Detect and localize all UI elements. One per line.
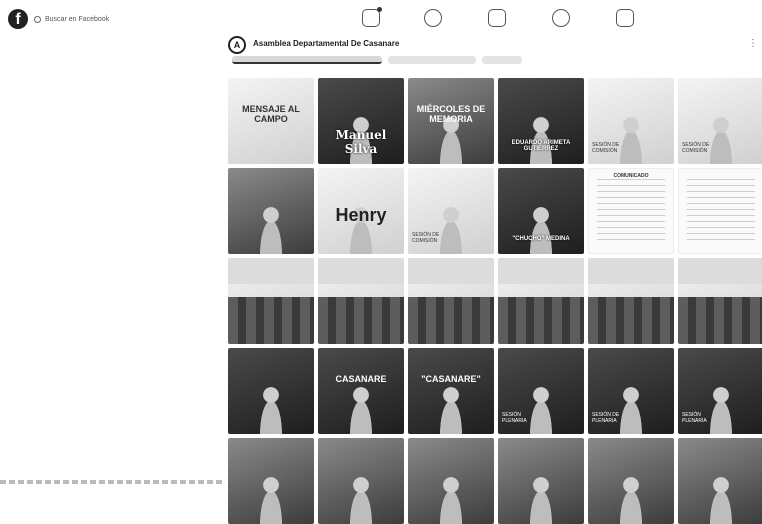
- person-photo: [613, 382, 649, 434]
- photo-tile[interactable]: MIÉRCOLES DE MEMORIA: [408, 78, 494, 164]
- tile-side-text: SESIÓN DE COMISIÓN: [592, 142, 620, 154]
- photo-tile[interactable]: [318, 258, 404, 344]
- tile-caption: "CHUCHO" MEDINA: [512, 236, 570, 242]
- photo-tile[interactable]: MENSAJE AL CAMPO: [228, 78, 314, 164]
- gaming-icon[interactable]: [616, 9, 634, 27]
- tile-caption: Manuel Silva: [335, 128, 387, 156]
- room-seats: [498, 296, 584, 344]
- photo-grid: MENSAJE AL CAMPO Manuel Silva MIÉRCOLES DE…: [228, 78, 762, 524]
- group-header: A Asamblea Departamental De Casanare ⋮: [228, 36, 762, 66]
- group-subtabs: [232, 56, 522, 66]
- person-photo: [703, 112, 739, 164]
- photo-tile[interactable]: SESIÓN PLENARIA: [678, 348, 762, 434]
- photo-tile[interactable]: Manuel Silva: [318, 78, 404, 164]
- marketplace-icon[interactable]: [488, 9, 506, 27]
- tile-side-text: SESIÓN DE PLENARIA: [592, 412, 620, 424]
- home-icon[interactable]: [362, 7, 382, 27]
- photo-tile[interactable]: [228, 168, 314, 254]
- person-photo: [523, 112, 559, 164]
- photo-tile[interactable]: [588, 258, 674, 344]
- more-options-icon[interactable]: ⋮: [748, 38, 758, 49]
- tile-caption: Henry: [335, 205, 387, 225]
- video-icon[interactable]: [424, 9, 442, 27]
- room-background: [678, 258, 762, 284]
- search-icon: [34, 15, 41, 23]
- room-background: [318, 258, 404, 284]
- person-photo: [343, 472, 379, 524]
- photo-tile[interactable]: [498, 438, 584, 524]
- tab-albums[interactable]: [388, 56, 476, 64]
- photo-tile[interactable]: SESIÓN DE PLENARIA: [588, 348, 674, 434]
- tile-banner: MENSAJE AL CAMPO: [242, 104, 300, 124]
- person-photo: [523, 382, 559, 434]
- person-photo: [523, 472, 559, 524]
- tile-side-text: SESIÓN DE COMISIÓN: [412, 232, 440, 244]
- photo-tile[interactable]: [408, 258, 494, 344]
- photo-tile[interactable]: [228, 258, 314, 344]
- photo-tile[interactable]: [318, 438, 404, 524]
- tab-videos[interactable]: [482, 56, 522, 64]
- person-photo: [433, 202, 469, 254]
- person-photo: [253, 472, 289, 524]
- tile-banner: MIÉRCOLES DE MEMORIA: [416, 104, 486, 124]
- photo-tile[interactable]: [588, 438, 674, 524]
- tile-side-text: SESIÓN DE COMISIÓN: [682, 142, 710, 154]
- photo-tile[interactable]: [498, 258, 584, 344]
- group-title[interactable]: Asamblea Departamental De Casanare: [253, 39, 399, 48]
- left-sidebar: [0, 38, 222, 487]
- tile-banner: CASANARE: [335, 374, 387, 384]
- room-background: [408, 258, 494, 284]
- tile-banner: "CASANARE": [421, 374, 481, 384]
- tile-caption: EDUARDO ARIMETA GUTIÉRREZ: [511, 140, 571, 152]
- room-seats: [408, 296, 494, 344]
- room-background: [498, 258, 584, 284]
- photo-tile[interactable]: [228, 438, 314, 524]
- person-photo: [253, 382, 289, 434]
- search-bar[interactable]: Buscar en Facebook: [34, 9, 184, 29]
- person-photo: [433, 382, 469, 434]
- person-photo: [703, 472, 739, 524]
- groups-icon[interactable]: [552, 9, 570, 27]
- photo-tile[interactable]: [408, 438, 494, 524]
- room-background: [228, 258, 314, 284]
- photo-tile[interactable]: [678, 168, 762, 254]
- photo-tile[interactable]: Henry: [318, 168, 404, 254]
- group-avatar[interactable]: A: [228, 36, 246, 54]
- person-photo: [433, 472, 469, 524]
- tab-all-photos[interactable]: [232, 56, 382, 64]
- photo-tile[interactable]: [678, 438, 762, 524]
- top-navigation-bar: f Buscar en Facebook: [0, 0, 762, 38]
- person-photo: [613, 112, 649, 164]
- photo-tile[interactable]: SESIÓN DE COMISIÓN: [678, 78, 762, 164]
- photo-tile[interactable]: SESIÓN DE COMISIÓN: [408, 168, 494, 254]
- room-seats: [678, 296, 762, 344]
- room-seats: [318, 296, 404, 344]
- photo-tile[interactable]: "CASANARE": [408, 348, 494, 434]
- scroll-hint: [0, 480, 222, 484]
- facebook-logo[interactable]: f: [8, 9, 28, 29]
- photo-tile[interactable]: [228, 348, 314, 434]
- photo-tile[interactable]: [678, 258, 762, 344]
- document-title: COMUNICADO: [613, 173, 649, 179]
- room-background: [588, 258, 674, 284]
- photo-tile[interactable]: "CHUCHO" MEDINA: [498, 168, 584, 254]
- photo-tile[interactable]: COMUNICADO: [588, 168, 674, 254]
- photo-tile[interactable]: CASANARE: [318, 348, 404, 434]
- person-photo: [253, 202, 289, 254]
- person-photo: [523, 202, 559, 254]
- person-photo: [703, 382, 739, 434]
- room-seats: [588, 296, 674, 344]
- tile-side-text: SESIÓN PLENARIA: [502, 412, 527, 424]
- person-photo: [613, 472, 649, 524]
- person-photo: [343, 382, 379, 434]
- photo-tile[interactable]: EDUARDO ARIMETA GUTIÉRREZ: [498, 78, 584, 164]
- photo-tile[interactable]: SESIÓN PLENARIA: [498, 348, 584, 434]
- photo-tile[interactable]: SESIÓN DE COMISIÓN: [588, 78, 674, 164]
- document-text-lines: [597, 179, 665, 243]
- notification-dot: [377, 7, 382, 12]
- document-text-lines: [687, 179, 755, 243]
- tile-side-text: SESIÓN PLENARIA: [682, 412, 707, 424]
- search-placeholder: Buscar en Facebook: [45, 15, 110, 23]
- room-seats: [228, 296, 314, 344]
